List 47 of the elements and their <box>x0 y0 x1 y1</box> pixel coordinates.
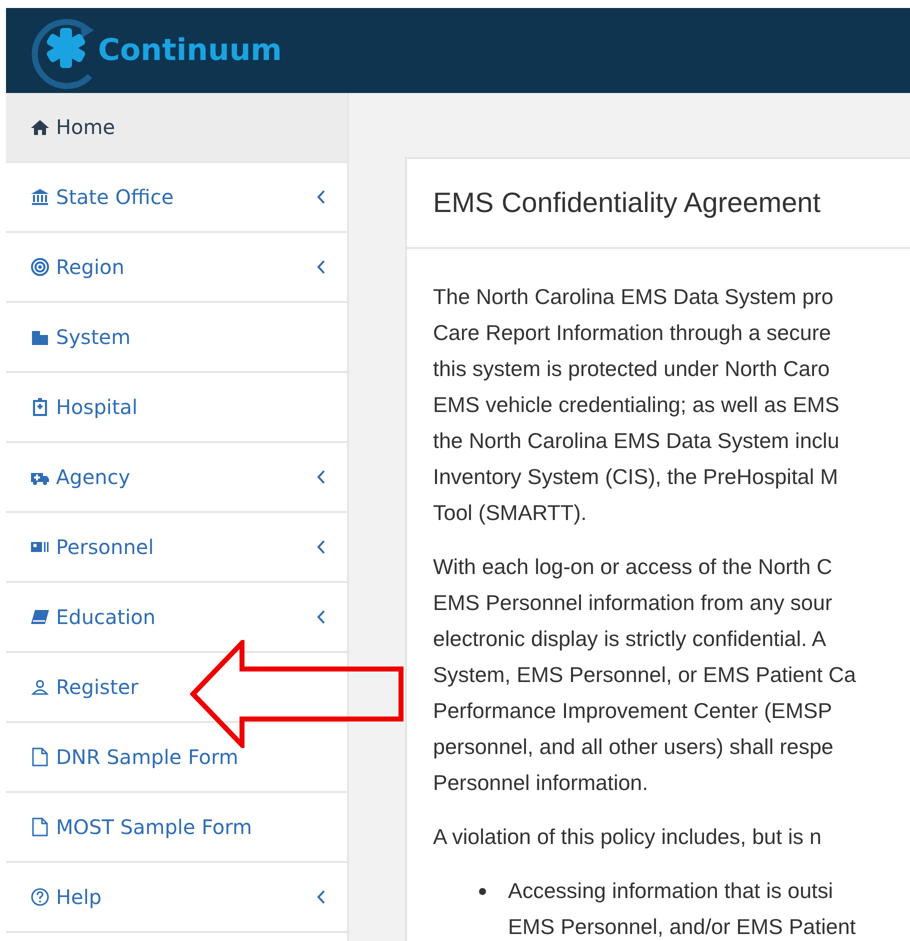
sidebar-item[interactable]: Register <box>6 653 347 723</box>
paragraph-line: Performance Improvement Center (EMSP <box>433 698 834 725</box>
hospital-icon <box>30 397 50 417</box>
logo-text: Continuum <box>98 33 282 68</box>
book-icon <box>30 607 50 627</box>
card-title: EMS Confidentiality Agreement <box>433 187 821 219</box>
sidebar-item[interactable]: Region <box>6 233 347 303</box>
sidebar-item[interactable]: State Office <box>6 163 347 233</box>
target-icon <box>30 257 50 277</box>
sidebar-item[interactable]: Personnel <box>6 513 347 583</box>
file-icon <box>30 817 50 837</box>
paragraph-line: Personnel information. <box>433 770 650 797</box>
user-icon <box>30 677 50 697</box>
paragraph-line: A violation of this policy includes, but is n <box>433 824 822 851</box>
paragraph-line: Care Report Information through a secure <box>433 320 832 347</box>
sidebar-item[interactable]: Help <box>6 863 347 933</box>
paragraph-line: System, EMS Personnel, or EMS Patient Ca <box>433 662 857 689</box>
chevron-icon <box>317 190 325 204</box>
file-icon <box>30 747 50 767</box>
sidebar-item[interactable]: MOST Sample Form <box>6 793 347 863</box>
sidebar-item[interactable]: Agency <box>6 443 347 513</box>
paragraph-line: personnel, and all other users) shall respe <box>433 734 834 761</box>
paragraph-line: this system is protected under North Caro <box>433 356 831 383</box>
paragraph-line: the North Carolina EMS Data System inclu <box>433 428 840 455</box>
sidebar-item[interactable]: Education <box>6 583 347 653</box>
paragraph-line: electronic display is strictly confidential. A <box>433 626 828 653</box>
bullet-icon <box>479 888 486 895</box>
sidebar-item[interactable]: DNR Sample Form <box>6 723 347 793</box>
paragraph-line: EMS vehicle credentialing; as well as EMS <box>433 392 840 419</box>
help-icon <box>30 887 50 907</box>
chevron-icon <box>317 610 325 624</box>
paragraph-line: With each log-on or access of the North C <box>433 554 834 581</box>
paragraph-line: The North Carolina EMS Data System pro <box>433 284 834 311</box>
chevron-icon <box>317 470 325 484</box>
sidebar-item[interactable]: System <box>6 303 347 373</box>
sidebar-item[interactable]: Home <box>6 93 347 163</box>
bullet-line: Accessing information that is outsi <box>508 878 834 905</box>
chevron-icon <box>317 890 325 904</box>
paragraph-line: Inventory System (CIS), the PreHospital M <box>433 464 840 491</box>
home-icon <box>30 117 50 137</box>
sidebar-item[interactable]: Hospital <box>6 373 347 443</box>
paragraph-line: EMS Personnel information from any sour <box>433 590 834 617</box>
chevron-icon <box>317 540 325 554</box>
bank-icon <box>30 187 50 207</box>
paragraph-line: Tool (SMARTT). <box>433 500 588 527</box>
chevron-icon <box>317 260 325 274</box>
bullet-line: EMS Personnel, and/or EMS Patient <box>508 914 856 941</box>
